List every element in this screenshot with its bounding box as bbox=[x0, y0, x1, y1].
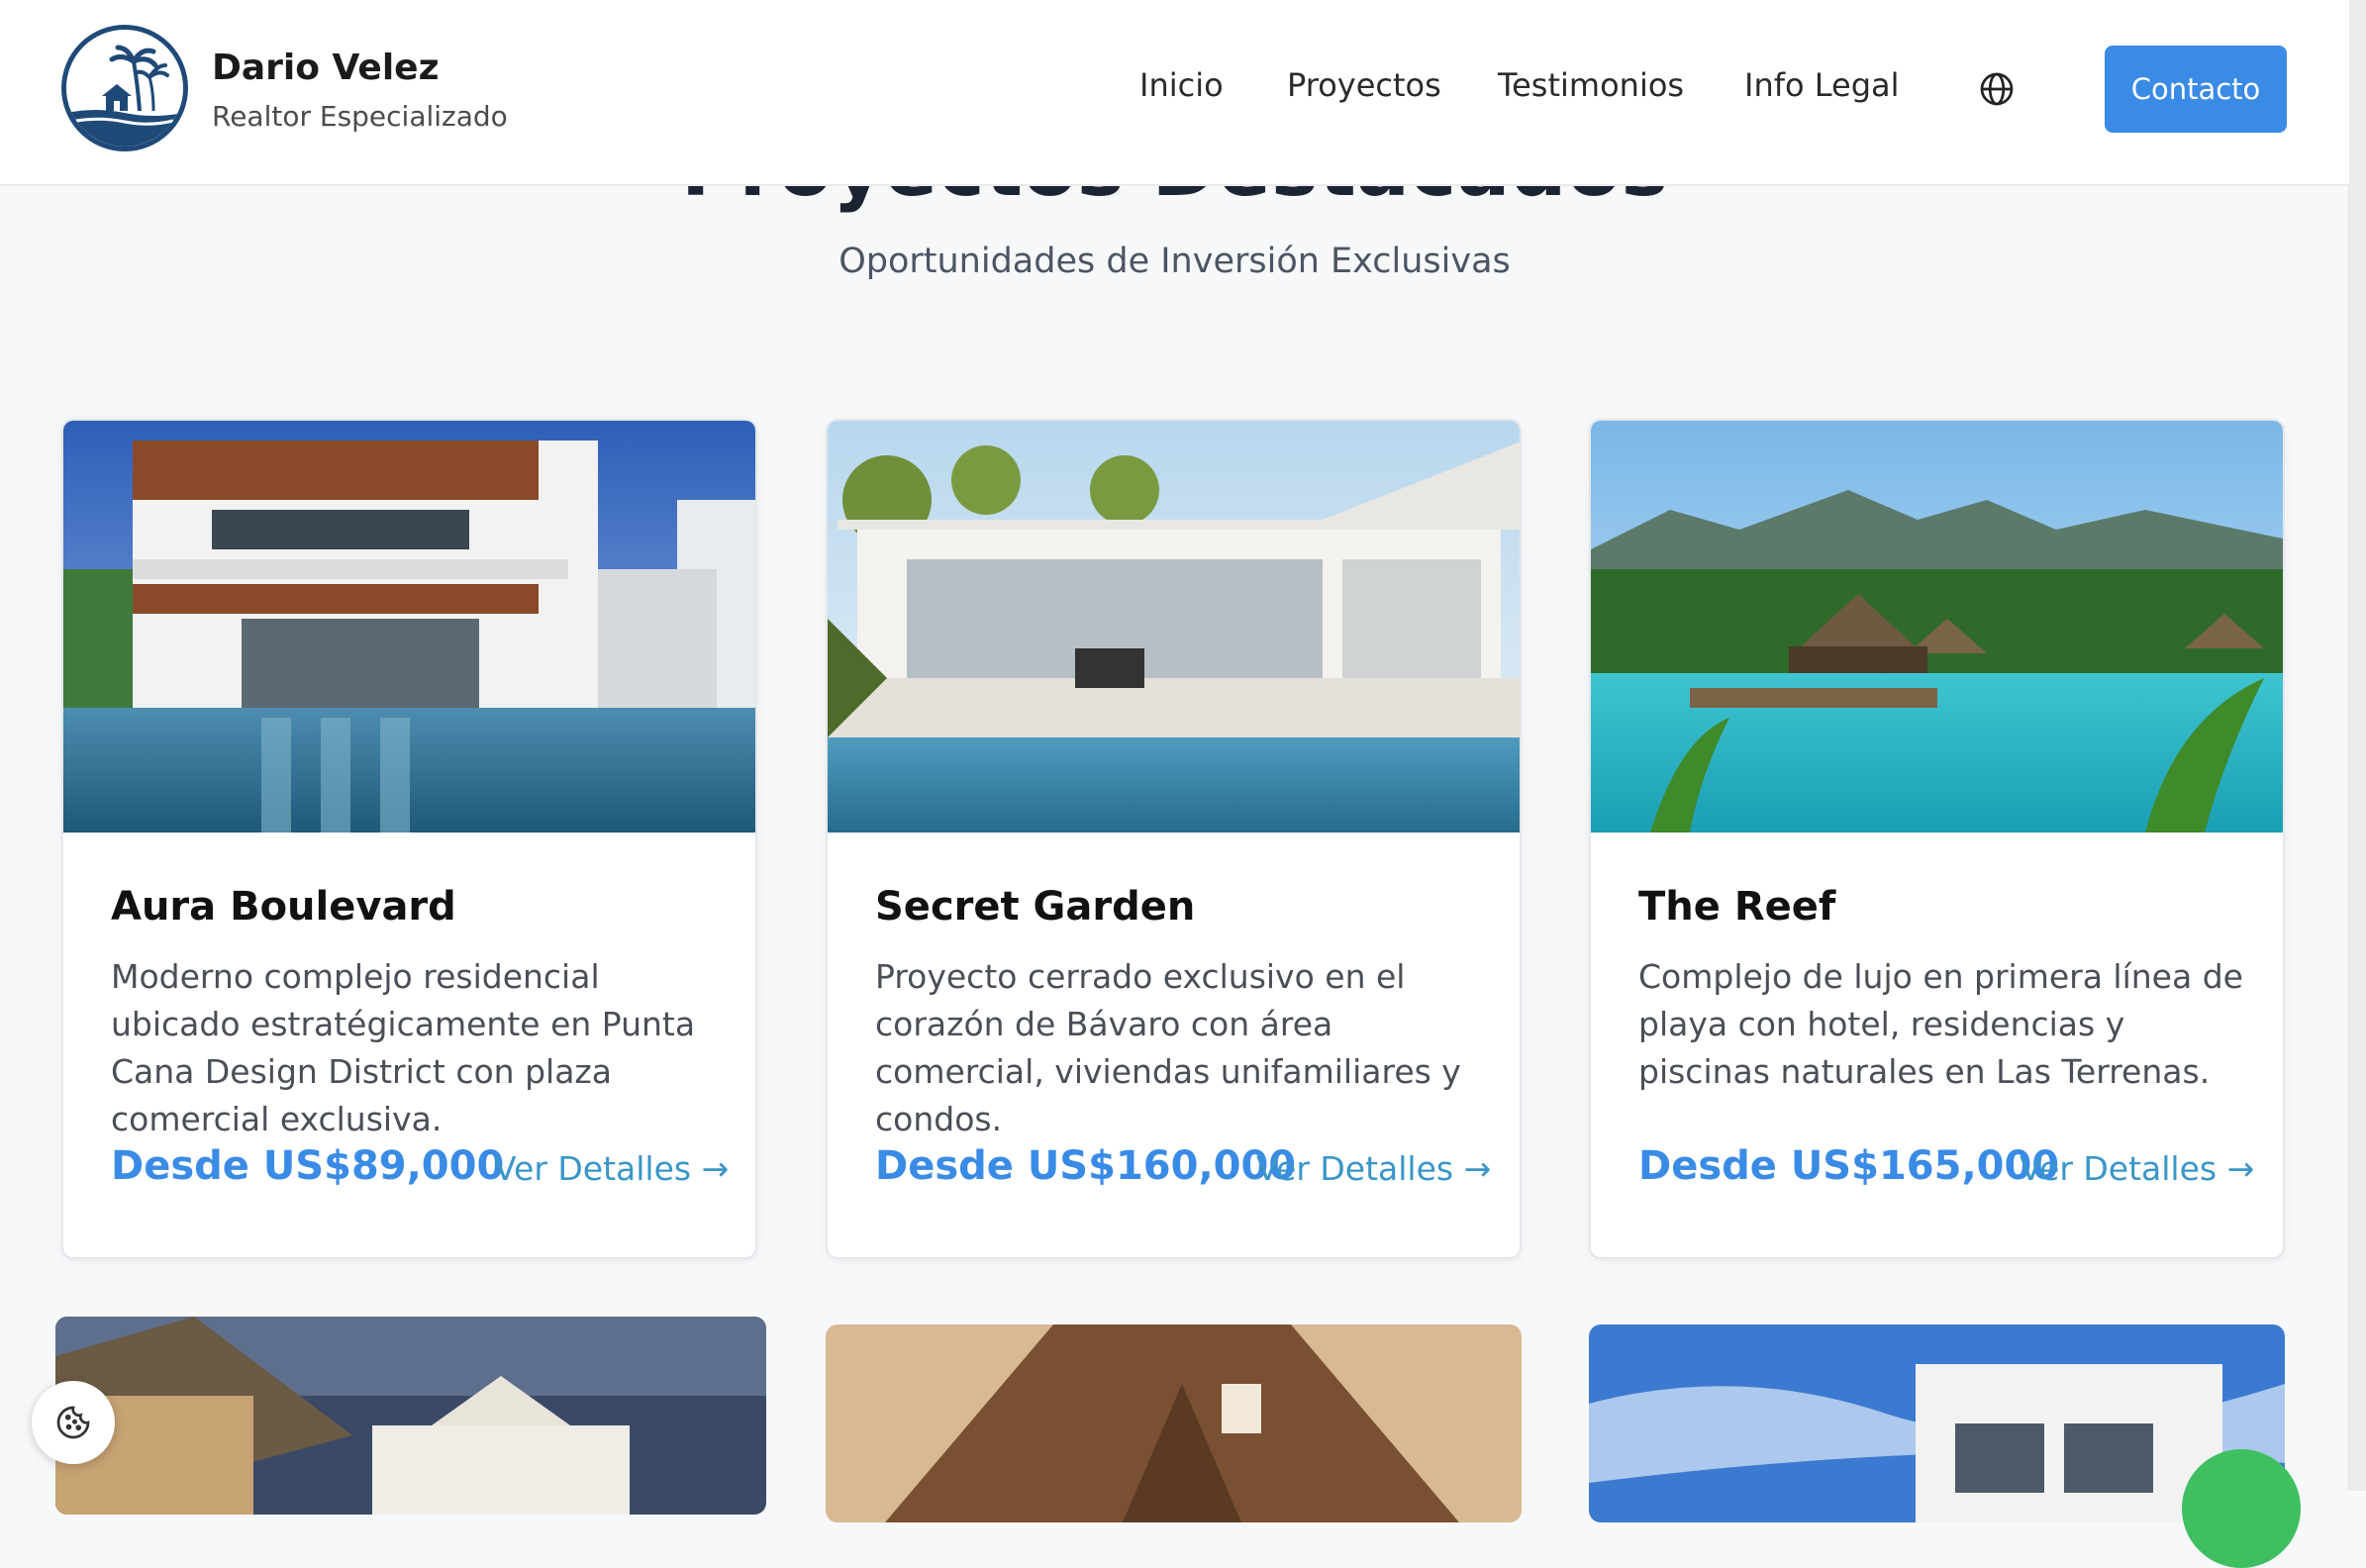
project-card[interactable]: Aura Boulevard Moderno complejo residenc… bbox=[61, 419, 757, 1259]
contact-button[interactable]: Contacto bbox=[2105, 46, 2287, 133]
project-image bbox=[1591, 421, 2283, 833]
scrollbar[interactable] bbox=[2348, 0, 2366, 1491]
arrow-right-icon: → bbox=[701, 1149, 730, 1188]
project-image bbox=[828, 421, 1520, 833]
view-details-link[interactable]: Ver Detalles → bbox=[2020, 1149, 2254, 1188]
project-price: Desde US$160,000 bbox=[875, 1143, 1297, 1189]
view-details-label: Ver Detalles bbox=[2020, 1149, 2218, 1188]
project-title: The Reef bbox=[1638, 884, 1836, 930]
project-description: Proyecto cerrado exclusivo en el corazón… bbox=[875, 957, 1461, 1138]
view-details-label: Ver Detalles bbox=[494, 1149, 692, 1188]
globe-icon[interactable] bbox=[1979, 71, 2015, 107]
nav-testimonios[interactable]: Testimonios bbox=[1498, 66, 1684, 104]
view-details-link[interactable]: Ver Detalles → bbox=[1256, 1149, 1491, 1188]
project-description: Complejo de lujo en primera línea de pla… bbox=[1638, 957, 2243, 1091]
brand-name[interactable]: Dario Velez bbox=[212, 48, 440, 88]
chat-button[interactable] bbox=[2182, 1449, 2301, 1568]
project-card[interactable]: The Reef Complejo de lujo en primera lín… bbox=[1589, 419, 2285, 1259]
logo[interactable] bbox=[61, 25, 188, 151]
project-price: Desde US$165,000 bbox=[1638, 1143, 2060, 1189]
project-description: Moderno complejo residencial ubicado est… bbox=[111, 957, 696, 1138]
project-title: Secret Garden bbox=[875, 884, 1196, 930]
view-details-link[interactable]: Ver Detalles → bbox=[494, 1149, 729, 1188]
project-image bbox=[1589, 1324, 2285, 1522]
project-price: Desde US$89,000 bbox=[111, 1143, 505, 1189]
nav-proyectos[interactable]: Proyectos bbox=[1287, 66, 1441, 104]
view-details-label: Ver Detalles bbox=[1256, 1149, 1454, 1188]
project-image bbox=[826, 1324, 1522, 1522]
site-header: Dario Velez Realtor Especializado Inicio… bbox=[0, 0, 2349, 186]
arrow-right-icon: → bbox=[1463, 1149, 1492, 1188]
cookie-icon bbox=[56, 1406, 90, 1439]
arrow-right-icon: → bbox=[2226, 1149, 2255, 1188]
nav-info-legal[interactable]: Info Legal bbox=[1744, 66, 1900, 104]
nav-inicio[interactable]: Inicio bbox=[1139, 66, 1224, 104]
project-card[interactable]: Secret Garden Proyecto cerrado exclusivo… bbox=[826, 419, 1522, 1259]
cookie-settings-button[interactable] bbox=[32, 1381, 115, 1464]
project-card[interactable] bbox=[826, 1324, 1522, 1522]
project-image bbox=[63, 421, 755, 833]
project-title: Aura Boulevard bbox=[111, 884, 456, 930]
section-subtitle: Oportunidades de Inversión Exclusivas bbox=[838, 242, 1511, 281]
project-card[interactable] bbox=[1589, 1324, 2285, 1522]
project-card[interactable] bbox=[55, 1317, 766, 1515]
project-image bbox=[55, 1317, 766, 1515]
brand-subtitle: Realtor Especializado bbox=[212, 100, 508, 133]
